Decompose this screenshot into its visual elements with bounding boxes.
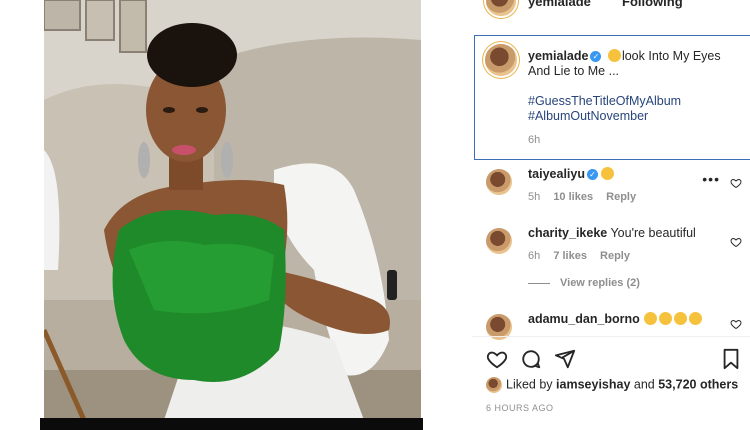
likes-and: and [633, 377, 655, 392]
comment-time[interactable]: 5h [528, 191, 540, 203]
laughing-emoji-icon [600, 167, 614, 181]
post-timestamp[interactable]: 6 HOURS AGO [486, 403, 554, 413]
view-replies-label: View replies (2) [560, 277, 640, 289]
likes-summary: Liked by iamseyishay and 53,720 others [486, 377, 738, 393]
post-details-panel: yemialade Following yemialade ✓ look Into… [472, 0, 750, 430]
caption-block: yemialade ✓ look Into My Eyes And Lie to … [474, 35, 750, 160]
praying-hands-emoji-icon [659, 312, 673, 326]
post-image [44, 0, 421, 420]
comment-meta: 5h 10 likes Reply [528, 191, 646, 203]
action-bar [472, 346, 750, 374]
caption-avatar[interactable] [485, 44, 517, 76]
caption-hashtags: #GuessTheTitleOfMyAlbum #AlbumOutNovembe… [528, 94, 681, 124]
praying-hands-emoji-icon [674, 312, 688, 326]
comment-text: charity_ikeke You're beautiful [528, 226, 696, 240]
comment-body: You're beautiful [610, 226, 696, 240]
hashtag-link[interactable]: #AlbumOutNovember [528, 109, 681, 124]
comment-meta: 6h 7 likes Reply [528, 250, 640, 262]
reply-button[interactable]: Reply [606, 191, 636, 203]
upside-down-face-emoji-icon [607, 49, 621, 63]
save-bookmark-icon[interactable] [720, 348, 742, 370]
likes-prefix: Liked by [506, 377, 553, 392]
more-options-icon[interactable]: ••• [702, 171, 720, 187]
post-photo[interactable] [44, 0, 421, 420]
verified-icon: ✓ [590, 51, 602, 63]
likes-count-link[interactable]: 53,720 others [658, 377, 738, 391]
comment-item: taiyealiyu ✓ 5h 10 likes Reply ••• [472, 167, 750, 211]
header-username[interactable]: yemialade [528, 0, 591, 9]
comment-bubble-icon[interactable] [520, 348, 542, 370]
like-comment-heart-icon[interactable] [730, 177, 742, 189]
comment-likes[interactable]: 10 likes [553, 191, 593, 203]
caption-time[interactable]: 6h [528, 134, 540, 146]
comment-item: charity_ikeke You're beautiful 6h 7 like… [472, 226, 750, 270]
praying-hands-emoji-icon [644, 312, 658, 326]
view-replies-button[interactable]: View replies (2) [528, 277, 640, 289]
comment-time[interactable]: 6h [528, 250, 540, 262]
avatar[interactable] [486, 0, 516, 16]
praying-hands-emoji-icon [689, 312, 703, 326]
comment-text: adamu_dan_borno [528, 312, 703, 326]
hashtag-link[interactable]: #GuessTheTitleOfMyAlbum [528, 94, 681, 109]
photo-bottom-bar [40, 418, 423, 430]
commenter-avatar[interactable] [486, 228, 512, 254]
caption-username[interactable]: yemialade [528, 49, 588, 63]
commenter-avatar[interactable] [486, 169, 512, 195]
reply-button[interactable]: Reply [600, 250, 630, 262]
commenter-username[interactable]: charity_ikeke [528, 226, 607, 240]
like-heart-icon[interactable] [486, 348, 508, 370]
section-divider [472, 336, 750, 337]
share-paper-plane-icon[interactable] [554, 348, 576, 370]
replies-line [528, 282, 550, 284]
verified-icon: ✓ [586, 169, 598, 181]
like-comment-heart-icon[interactable] [730, 318, 742, 330]
caption-text: yemialade ✓ look Into My Eyes And Lie to … [528, 49, 743, 79]
liker-avatar[interactable] [486, 377, 502, 393]
commenter-username[interactable]: adamu_dan_borno [528, 312, 640, 326]
commenter-username[interactable]: taiyealiyu [528, 167, 585, 181]
comment-likes[interactable]: 7 likes [553, 250, 587, 262]
like-comment-heart-icon[interactable] [730, 236, 742, 248]
following-button[interactable]: Following [622, 0, 683, 9]
liker-username[interactable]: iamseyishay [556, 377, 630, 391]
comment-text: taiyealiyu ✓ [528, 167, 615, 181]
post-header: yemialade Following [472, 0, 750, 24]
